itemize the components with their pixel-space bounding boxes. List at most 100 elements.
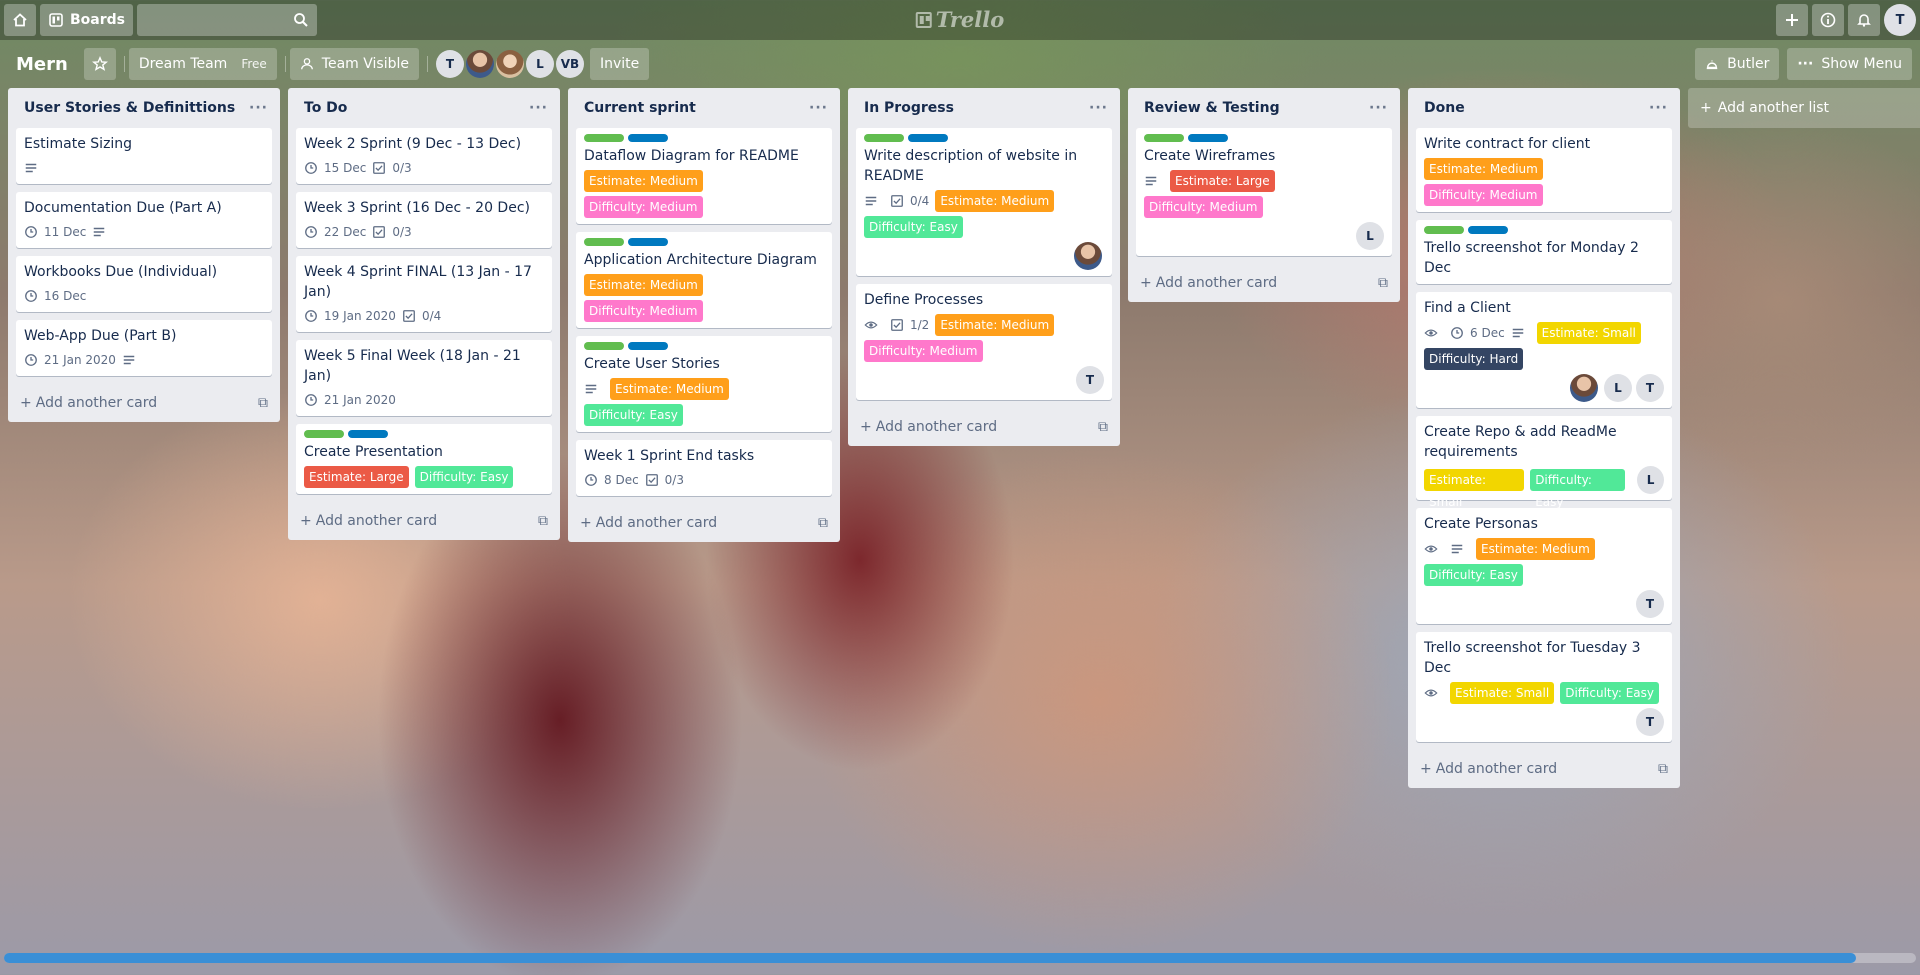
card[interactable]: Define Processes 1/2 Estimate: Medium Di… — [856, 284, 1112, 400]
card-template-icon[interactable]: ⧉ — [1098, 419, 1108, 435]
member-avatar[interactable]: T — [1076, 366, 1104, 394]
add-card-button[interactable]: + Add another card ⧉ — [568, 504, 840, 542]
member-avatar[interactable]: VB — [555, 50, 584, 78]
card[interactable]: Web-App Due (Part B) 21 Jan 2020 — [16, 320, 272, 376]
card[interactable]: Create Repo & add ReadMe requirements Es… — [1416, 416, 1672, 509]
list-title[interactable]: Done — [1424, 100, 1465, 116]
list-title[interactable]: To Do — [304, 100, 347, 116]
add-card-button[interactable]: + Add another card ⧉ — [288, 502, 560, 540]
info-icon — [1820, 12, 1836, 28]
card[interactable]: Create Presentation Estimate: Large Diff… — [296, 424, 552, 494]
list-menu-icon[interactable]: ··· — [1089, 100, 1108, 116]
card[interactable]: Create Personas Estimate: Medium Difficu… — [1416, 508, 1672, 624]
list-menu-icon[interactable]: ··· — [809, 100, 828, 116]
visibility-button[interactable]: Team Visible — [289, 48, 419, 80]
add-card-left: + Add another card — [1140, 275, 1277, 291]
member-avatar[interactable] — [1570, 374, 1598, 402]
list-header[interactable]: In Progress ··· — [848, 88, 1120, 128]
board-header: Mern Dream Team Free Team Visible T L VB… — [0, 44, 1920, 84]
add-card-label: Add another card — [315, 513, 438, 529]
member-avatar[interactable]: L — [1637, 466, 1665, 494]
board-horizontal-scrollbar[interactable] — [4, 953, 1916, 963]
add-list-button[interactable]: + Add another list — [1688, 88, 1920, 128]
card[interactable]: Application Architecture Diagram Estimat… — [576, 232, 832, 328]
search-box[interactable] — [137, 4, 317, 36]
list-menu-icon[interactable]: ··· — [529, 100, 548, 116]
card[interactable]: Write contract for client Estimate: Medi… — [1416, 128, 1672, 212]
boards-button[interactable]: Boards — [40, 4, 133, 36]
add-list-label: Add another list — [1717, 100, 1830, 116]
member-avatar[interactable]: L — [1356, 222, 1384, 250]
add-card-button[interactable]: + Add another card ⧉ — [1408, 750, 1680, 788]
card[interactable]: Week 5 Final Week (18 Jan - 21 Jan) 21 J… — [296, 340, 552, 416]
watch-icon — [864, 315, 884, 335]
card[interactable]: Trello screenshot for Monday 2 Dec — [1416, 220, 1672, 284]
add-card-button[interactable]: + Add another card ⧉ — [8, 384, 280, 422]
list-title[interactable]: In Progress — [864, 100, 954, 116]
member-avatar[interactable]: L — [525, 50, 554, 78]
list-title[interactable]: Current sprint — [584, 100, 696, 116]
card[interactable]: Write description of website in README 0… — [856, 128, 1112, 276]
butler-button[interactable]: Butler — [1695, 48, 1780, 80]
card[interactable]: Workbooks Due (Individual) 16 Dec — [16, 256, 272, 312]
due-date-badge: 6 Dec — [1450, 323, 1505, 343]
list-header[interactable]: User Stories & Definittions ··· — [8, 88, 280, 128]
member-avatar[interactable]: L — [1604, 374, 1632, 402]
card[interactable]: Dataflow Diagram for README Estimate: Me… — [576, 128, 832, 224]
card[interactable]: Week 4 Sprint FINAL (13 Jan - 17 Jan) 19… — [296, 256, 552, 332]
due-date: 22 Dec — [324, 225, 367, 239]
card-template-icon[interactable]: ⧉ — [1378, 275, 1388, 291]
scrollbar-thumb[interactable] — [4, 953, 1856, 963]
card[interactable]: Estimate Sizing — [16, 128, 272, 184]
user-avatar[interactable]: T — [1884, 4, 1916, 36]
due-date: 15 Dec — [324, 161, 367, 175]
card-template-icon[interactable]: ⧉ — [258, 395, 268, 411]
add-card-label: Add another card — [875, 419, 998, 435]
card-badges: 15 Dec 0/3 — [304, 158, 544, 178]
list-menu-icon[interactable]: ··· — [1369, 100, 1388, 116]
list-title[interactable]: Review & Testing — [1144, 100, 1280, 116]
member-avatar[interactable]: T — [1636, 590, 1664, 618]
search-icon[interactable] — [293, 12, 309, 28]
board-name[interactable]: Mern — [12, 54, 72, 75]
trello-logo[interactable]: Trello — [915, 7, 1004, 32]
card[interactable]: Documentation Due (Part A) 11 Dec — [16, 192, 272, 248]
member-avatar[interactable]: T — [1636, 708, 1664, 736]
card-members — [864, 242, 1104, 270]
add-card-button[interactable]: + Add another card ⧉ — [848, 408, 1120, 446]
create-button[interactable] — [1776, 4, 1808, 36]
card-template-icon[interactable]: ⧉ — [1658, 761, 1668, 777]
list-header[interactable]: Review & Testing ··· — [1128, 88, 1400, 128]
team-button[interactable]: Dream Team Free — [128, 48, 277, 80]
card-template-icon[interactable]: ⧉ — [818, 515, 828, 531]
card[interactable]: Trello screenshot for Tuesday 3 Dec Esti… — [1416, 632, 1672, 742]
list-header[interactable]: Current sprint ··· — [568, 88, 840, 128]
list-header[interactable]: To Do ··· — [288, 88, 560, 128]
show-menu-button[interactable]: ··· Show Menu — [1787, 48, 1912, 80]
search-input[interactable] — [137, 4, 317, 36]
member-avatar[interactable] — [1074, 242, 1102, 270]
card-template-icon[interactable]: ⧉ — [538, 513, 548, 529]
card[interactable]: Create User Stories Estimate: Medium Dif… — [576, 336, 832, 432]
notifications-button[interactable] — [1848, 4, 1880, 36]
list-header[interactable]: Done ··· — [1408, 88, 1680, 128]
member-avatar[interactable]: T — [435, 50, 464, 78]
card[interactable]: Week 1 Sprint End tasks 8 Dec 0/3 — [576, 440, 832, 496]
star-button[interactable] — [83, 48, 116, 80]
member-avatar[interactable] — [495, 50, 524, 78]
card[interactable]: Create Wireframes Estimate: Large Diffic… — [1136, 128, 1392, 256]
member-avatar[interactable]: T — [1636, 374, 1664, 402]
card[interactable]: Week 3 Sprint (16 Dec - 20 Dec) 22 Dec 0… — [296, 192, 552, 248]
list-menu-icon[interactable]: ··· — [249, 100, 268, 116]
card[interactable]: Find a Client 6 Dec Estimate: Small Diff… — [1416, 292, 1672, 408]
home-button[interactable] — [4, 4, 36, 36]
card[interactable]: Week 2 Sprint (9 Dec - 13 Dec) 15 Dec 0/… — [296, 128, 552, 184]
difficulty-label: Difficulty: Easy — [414, 466, 514, 488]
add-card-button[interactable]: + Add another card ⧉ — [1128, 264, 1400, 302]
invite-button[interactable]: Invite — [589, 48, 650, 80]
list-title[interactable]: User Stories & Definittions — [24, 100, 235, 116]
member-avatar[interactable] — [465, 50, 494, 78]
checklist-count: 0/4 — [421, 309, 442, 323]
info-button[interactable] — [1812, 4, 1844, 36]
list-menu-icon[interactable]: ··· — [1649, 100, 1668, 116]
